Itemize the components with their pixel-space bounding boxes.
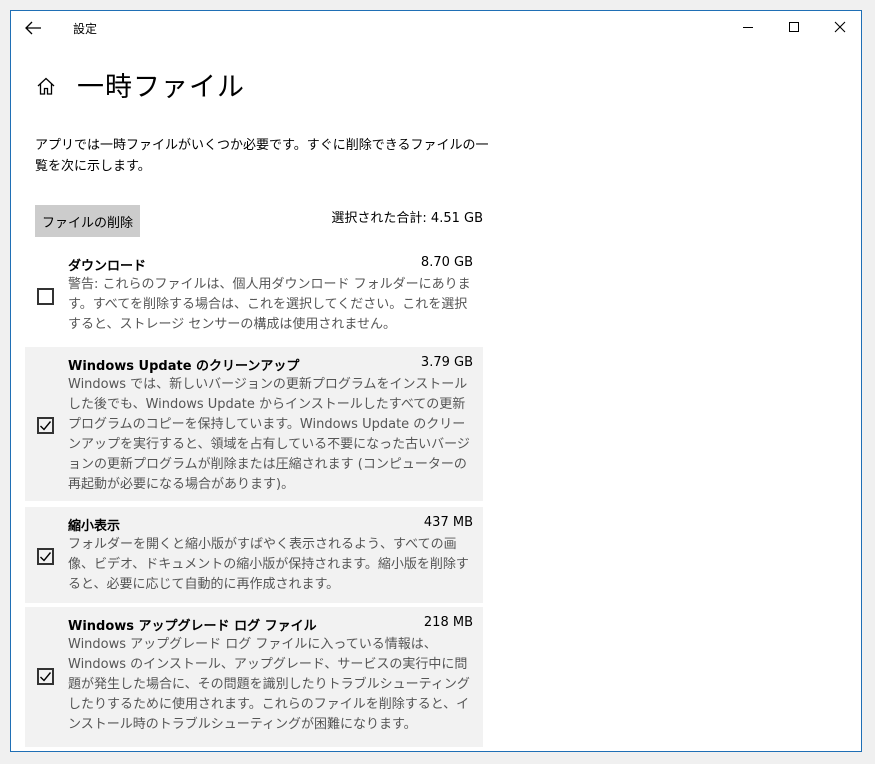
maximize-icon: [789, 22, 799, 32]
page-description: アプリでは一時ファイルがいくつか必要です。すぐに削除できるファイルの一覧を次に示…: [35, 138, 489, 174]
item-description: Windows では、新しいバージョンの更新プログラムをインストールした後でも、…: [68, 377, 470, 492]
minimize-icon: [743, 27, 753, 28]
window-title: 設定: [73, 22, 98, 36]
item-size: 8.70 GB: [420, 255, 473, 270]
item-name: Windows アップグレード ログ ファイル: [68, 619, 317, 634]
list-item-downloads[interactable]: ダウンロード 8.70 GB 警告: これらのファイルは、個人用ダウンロード フ…: [25, 247, 483, 343]
item-size: 218 MB: [423, 615, 473, 630]
item-name: Windows Update のクリーンアップ: [68, 359, 300, 374]
total-selected: 選択された合計: 4.51 GB: [331, 211, 483, 226]
item-size: 3.79 GB: [420, 355, 473, 370]
back-arrow-icon: [25, 21, 41, 35]
list-item-thumbnails[interactable]: 縮小表示 437 MB フォルダーを開くと縮小版がすばやく表示されるよう、すべて…: [25, 507, 483, 603]
maximize-button[interactable]: [771, 11, 817, 43]
close-icon: [834, 21, 846, 33]
home-button[interactable]: [35, 75, 57, 97]
list-item-upgrade-log-files[interactable]: Windows アップグレード ログ ファイル 218 MB Windows ア…: [25, 607, 483, 747]
checkmark-icon: [40, 421, 52, 431]
delete-files-button[interactable]: ファイルの削除: [35, 205, 140, 237]
checkbox-thumbnails[interactable]: [37, 548, 54, 565]
item-description: 警告: これらのファイルは、個人用ダウンロード フォルダーにあります。すべてを削…: [68, 277, 471, 332]
home-icon: [37, 77, 55, 95]
item-size: 437 MB: [423, 515, 473, 530]
item-description: フォルダーを開くと縮小版がすばやく表示されるよう、すべての画像、ビデオ、ドキュメ…: [68, 537, 469, 592]
checkbox-upgrade-log-files[interactable]: [37, 668, 54, 685]
checkbox-windows-update-cleanup[interactable]: [37, 417, 54, 434]
back-button[interactable]: [23, 19, 45, 37]
checkmark-icon: [40, 672, 52, 682]
settings-window: 設定 一時ファイル アプリでは一時ファイルがいくつか必要です。すぐに削除できるフ…: [10, 10, 862, 752]
list-item-windows-update-cleanup[interactable]: Windows Update のクリーンアップ 3.79 GB Windows …: [25, 347, 483, 501]
minimize-button[interactable]: [725, 11, 771, 43]
item-name: 縮小表示: [68, 519, 121, 534]
close-button[interactable]: [817, 11, 861, 43]
checkbox-downloads[interactable]: [37, 288, 54, 305]
checkmark-icon: [40, 552, 52, 562]
title-bar: 設定: [11, 11, 861, 45]
item-description: Windows アップグレード ログ ファイルに入っている情報は、Windows…: [68, 637, 470, 732]
page-title: 一時ファイル: [77, 72, 245, 103]
item-name: ダウンロード: [68, 259, 147, 274]
